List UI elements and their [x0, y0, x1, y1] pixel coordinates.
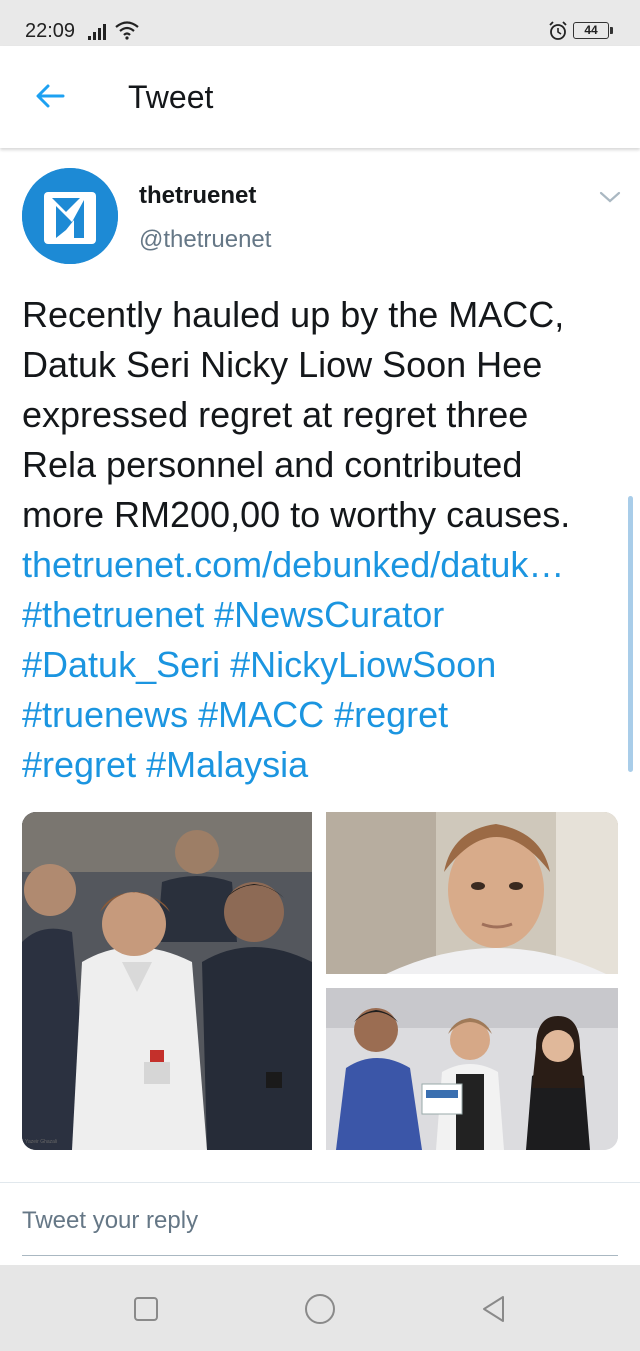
status-bar: 22:09 44	[0, 0, 640, 46]
tweet-text-line: Rela personnel and contributed	[22, 444, 523, 485]
hashtag-line[interactable]: #thetruenet #NewsCurator	[22, 590, 622, 640]
tweet-media-grid: Yazeir Ghazali	[22, 812, 618, 1150]
hashtag-line[interactable]: #regret #Malaysia	[22, 740, 622, 790]
battery-icon: 44	[573, 22, 613, 39]
tweet-text-line: Datuk Seri Nicky Liow Soon Hee	[22, 344, 543, 385]
tweet-text-line: expressed regret at regret three	[22, 394, 529, 435]
back-button[interactable]	[26, 76, 74, 116]
signal-icon	[88, 24, 110, 45]
reply-input[interactable]	[22, 1200, 618, 1256]
circle-icon	[305, 1294, 335, 1324]
tweet-url-link[interactable]: thetruenet.com/debunked/datuk…	[22, 540, 622, 590]
home-button[interactable]	[302, 1291, 338, 1327]
alarm-icon	[548, 21, 568, 46]
tweet-author: thetruenet @thetruenet	[22, 168, 622, 268]
scroll-indicator[interactable]	[628, 496, 633, 772]
triangle-back-icon	[483, 1296, 504, 1322]
avatar[interactable]	[22, 168, 118, 264]
status-time: 22:09	[25, 20, 76, 42]
page-title: Tweet	[128, 79, 214, 115]
thetruenet-logo	[22, 168, 118, 264]
reply-divider	[0, 1182, 640, 1183]
hashtag-line[interactable]: #truenews #MACC #regret	[22, 690, 622, 740]
tweet-text-line: more RM200,00 to worthy causes.	[22, 494, 571, 535]
recents-button[interactable]	[128, 1291, 164, 1327]
author-handle[interactable]: @thetruenet	[139, 226, 271, 254]
tweet-text: Recently hauled up by the MACC, Datuk Se…	[22, 290, 622, 790]
tweet-photo-donation[interactable]	[326, 988, 618, 1150]
photo-credit: Yazeir Ghazali	[25, 1139, 58, 1145]
tweet-text-line: Recently hauled up by the MACC,	[22, 294, 565, 335]
square-icon	[134, 1297, 158, 1321]
wifi-icon	[114, 20, 140, 45]
author-display-name[interactable]: thetruenet	[139, 182, 256, 210]
app-header: Tweet	[0, 46, 640, 148]
tweet-photo-escort[interactable]: Yazeir Ghazali	[22, 812, 312, 1150]
hashtag-line[interactable]: #Datuk_Seri #NickyLiowSoon	[22, 640, 622, 690]
system-nav-bar	[0, 1265, 640, 1351]
system-back-button[interactable]	[476, 1291, 512, 1327]
arrow-left-icon	[36, 84, 65, 108]
chevron-down-icon	[599, 191, 621, 203]
more-options-button[interactable]	[596, 186, 624, 208]
tweet-photo-portrait[interactable]	[326, 812, 618, 974]
